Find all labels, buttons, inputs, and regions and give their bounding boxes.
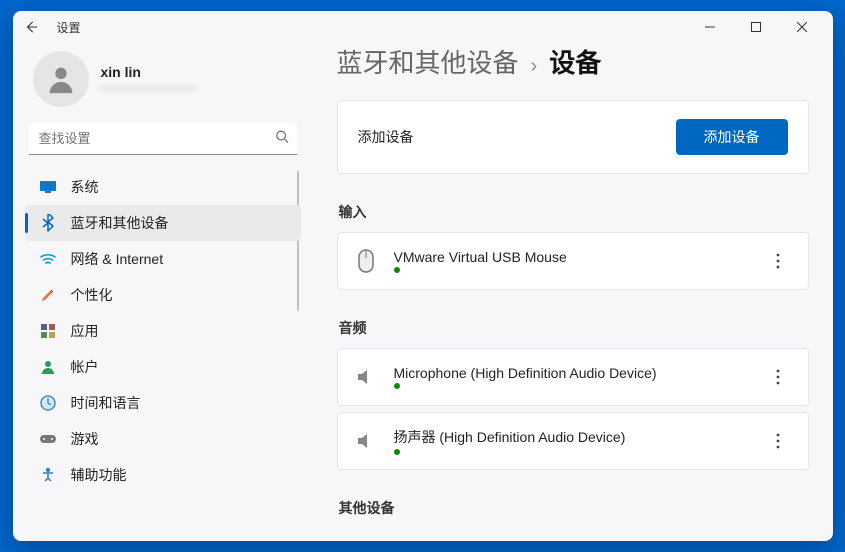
sidebar-item-personalization[interactable]: 个性化 [25,277,301,313]
device-row-speaker[interactable]: 扬声器 (High Definition Audio Device) [337,412,809,470]
section-title-input: 输入 [339,202,809,222]
sidebar-item-label: 应用 [71,321,99,341]
sidebar-item-label: 系统 [71,177,99,197]
brush-icon [39,286,57,304]
settings-window: 设置 xin lin ———————— [13,11,833,541]
arrow-left-icon [24,20,38,34]
add-device-card: 添加设备 添加设备 [337,100,809,174]
sidebar-item-bluetooth[interactable]: 蓝牙和其他设备 [25,205,301,241]
more-vertical-icon [776,433,780,449]
section-title-audio: 音频 [339,318,809,338]
avatar [33,51,89,107]
device-row-mouse[interactable]: VMware Virtual USB Mouse [337,232,809,290]
breadcrumb: 蓝牙和其他设备 › 设备 [337,43,809,80]
sidebar-item-label: 个性化 [71,285,113,305]
add-device-button[interactable]: 添加设备 [676,119,788,155]
sidebar-item-label: 时间和语言 [71,393,141,413]
sidebar-item-label: 蓝牙和其他设备 [71,213,169,233]
section-title-other: 其他设备 [339,498,809,518]
device-more-button[interactable] [762,245,794,277]
device-name: 扬声器 (High Definition Audio Device) [394,427,748,447]
status-dot [394,449,400,455]
main-content: 蓝牙和其他设备 › 设备 添加设备 添加设备 输入 VMware Virtual… [313,43,833,541]
wifi-icon [39,250,57,268]
mouse-icon [352,247,380,275]
device-row-microphone[interactable]: Microphone (High Definition Audio Device… [337,348,809,406]
nav: 系统 蓝牙和其他设备 网络 & Internet 个性化 应用 [25,169,301,529]
sidebar-item-label: 网络 & Internet [71,249,164,269]
sidebar: xin lin ———————— 系统 蓝牙和其他设备 [13,43,313,541]
sidebar-item-network[interactable]: 网络 & Internet [25,241,301,277]
window-title: 设置 [57,19,81,36]
device-more-button[interactable] [762,425,794,457]
device-name: Microphone (High Definition Audio Device… [394,365,748,381]
bluetooth-icon [39,214,57,232]
speaker-icon [352,427,380,455]
search-icon [275,130,289,149]
speaker-icon [352,363,380,391]
add-device-label: 添加设备 [358,127,414,147]
status-dot [394,267,400,273]
person-green-icon [39,358,57,376]
minimize-icon [705,22,715,32]
sidebar-item-accessibility[interactable]: 辅助功能 [25,457,301,493]
sidebar-item-label: 帐户 [71,357,99,377]
sidebar-item-label: 游戏 [71,429,99,449]
apps-icon [39,322,57,340]
search-box [29,123,297,155]
sidebar-item-time-language[interactable]: 时间和语言 [25,385,301,421]
sidebar-item-label: 辅助功能 [71,465,127,485]
search-input[interactable] [29,123,297,155]
titlebar: 设置 [13,11,833,43]
more-vertical-icon [776,369,780,385]
maximize-icon [751,22,761,32]
breadcrumb-parent[interactable]: 蓝牙和其他设备 [337,43,519,80]
device-more-button[interactable] [762,361,794,393]
maximize-button[interactable] [733,11,779,43]
page-title: 设备 [549,43,601,80]
sidebar-item-system[interactable]: 系统 [25,169,301,205]
person-icon [44,62,78,96]
more-vertical-icon [776,253,780,269]
user-sub: ———————— [101,80,197,94]
minimize-button[interactable] [687,11,733,43]
back-button[interactable] [21,17,41,37]
user-name: xin lin [101,64,197,80]
device-name: VMware Virtual USB Mouse [394,249,748,265]
status-dot [394,383,400,389]
display-icon [39,178,57,196]
close-icon [797,22,807,32]
sidebar-item-apps[interactable]: 应用 [25,313,301,349]
sidebar-item-accounts[interactable]: 帐户 [25,349,301,385]
close-button[interactable] [779,11,825,43]
gamepad-icon [39,430,57,448]
globe-clock-icon [39,394,57,412]
sidebar-item-gaming[interactable]: 游戏 [25,421,301,457]
accessibility-icon [39,466,57,484]
user-block[interactable]: xin lin ———————— [25,43,301,123]
chevron-right-icon: › [531,55,538,78]
